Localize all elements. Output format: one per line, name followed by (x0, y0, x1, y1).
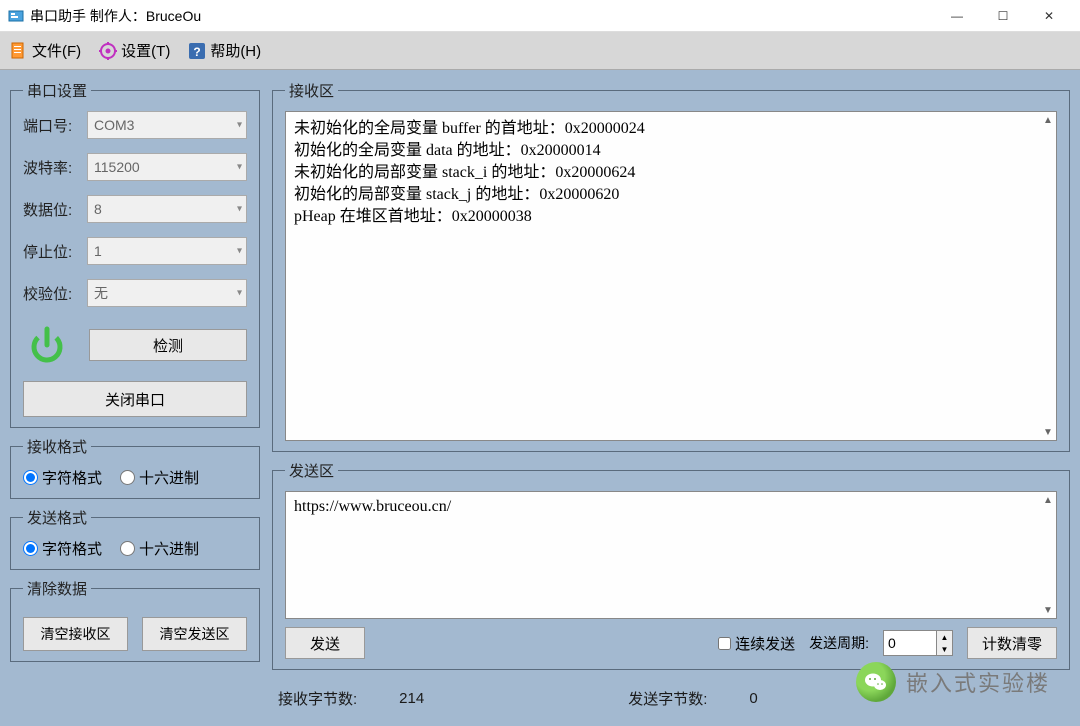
app-icon (8, 8, 24, 24)
recv-format-hex[interactable]: 十六进制 (120, 467, 199, 488)
left-column: 串口设置 端口号: COM3▾ 波特率: 115200▾ 数据位: 8▾ 停止位… (10, 80, 260, 716)
recv-bytes-label: 接收字节数: (278, 688, 357, 709)
scroll-up-icon[interactable]: ▲ (1041, 113, 1055, 127)
recv-area-group: 接收区 未初始化的全局变量 buffer 的首地址：0x20000024 初始化… (272, 80, 1070, 452)
window-controls: — ☐ ✕ (934, 2, 1072, 30)
chevron-down-icon: ▾ (237, 120, 242, 131)
right-column: 接收区 未初始化的全局变量 buffer 的首地址：0x20000024 初始化… (272, 80, 1070, 716)
recv-format-char[interactable]: 字符格式 (23, 467, 102, 488)
recv-textbox[interactable]: 未初始化的全局变量 buffer 的首地址：0x20000024 初始化的全局变… (285, 111, 1057, 441)
file-icon (10, 42, 28, 60)
parity-label: 校验位: (23, 283, 87, 304)
databits-label: 数据位: (23, 199, 87, 220)
stopbits-label: 停止位: (23, 241, 87, 262)
recv-format-legend: 接收格式 (23, 436, 91, 457)
maximize-button[interactable]: ☐ (980, 2, 1026, 30)
menu-settings[interactable]: 设置(T) (99, 40, 170, 61)
port-combo[interactable]: COM3▾ (87, 111, 247, 139)
send-bytes-value: 0 (749, 690, 757, 707)
close-port-button[interactable]: 关闭串口 (23, 381, 247, 417)
send-format-group: 发送格式 字符格式 十六进制 (10, 507, 260, 570)
title-bar: 串口助手 制作人：BruceOu — ☐ ✕ (0, 0, 1080, 32)
databits-combo[interactable]: 8▾ (87, 195, 247, 223)
power-icon (27, 325, 67, 365)
send-area-legend: 发送区 (285, 460, 338, 481)
clear-data-group: 清除数据 清空接收区 清空发送区 (10, 578, 260, 662)
status-bar: 接收字节数: 214 发送字节数: 0 (272, 678, 1070, 709)
serial-legend: 串口设置 (23, 80, 91, 101)
power-button[interactable] (23, 321, 71, 369)
help-icon: ? (188, 42, 206, 60)
close-button[interactable]: ✕ (1026, 2, 1072, 30)
parity-combo[interactable]: 无▾ (87, 279, 247, 307)
recv-format-group: 接收格式 字符格式 十六进制 (10, 436, 260, 499)
menu-bar: 文件(F) 设置(T) ? 帮助(H) (0, 32, 1080, 70)
send-period-spinner[interactable]: 0 ▲▼ (883, 630, 953, 656)
send-period-label: 发送周期: (809, 633, 869, 653)
detect-button[interactable]: 检测 (89, 329, 247, 361)
send-format-char[interactable]: 字符格式 (23, 538, 102, 559)
send-button[interactable]: 发送 (285, 627, 365, 659)
spinner-down-icon[interactable]: ▼ (936, 643, 952, 655)
scroll-down-icon[interactable]: ▼ (1041, 603, 1055, 617)
recv-bytes-value: 214 (399, 690, 424, 707)
scroll-down-icon[interactable]: ▼ (1041, 425, 1055, 439)
spinner-up-icon[interactable]: ▲ (936, 631, 952, 643)
clear-legend: 清除数据 (23, 578, 91, 599)
chevron-down-icon: ▾ (237, 204, 242, 215)
minimize-button[interactable]: — (934, 2, 980, 30)
baud-label: 波特率: (23, 157, 87, 178)
send-format-legend: 发送格式 (23, 507, 91, 528)
send-format-hex[interactable]: 十六进制 (120, 538, 199, 559)
gear-icon (99, 42, 117, 60)
menu-help[interactable]: ? 帮助(H) (188, 40, 261, 61)
scroll-up-icon[interactable]: ▲ (1041, 493, 1055, 507)
chevron-down-icon: ▾ (237, 288, 242, 299)
clear-send-button[interactable]: 清空发送区 (142, 617, 247, 651)
send-bytes-label: 发送字节数: (628, 688, 707, 709)
send-area-group: 发送区 https://www.bruceou.cn/ ▲ ▼ 发送 连续发送 … (272, 460, 1070, 670)
clear-recv-button[interactable]: 清空接收区 (23, 617, 128, 651)
baud-combo[interactable]: 115200▾ (87, 153, 247, 181)
window-title: 串口助手 制作人：BruceOu (30, 6, 934, 26)
svg-text:?: ? (194, 45, 201, 59)
chevron-down-icon: ▾ (237, 246, 242, 257)
chevron-down-icon: ▾ (237, 162, 242, 173)
port-label: 端口号: (23, 115, 87, 136)
continuous-send-checkbox[interactable]: 连续发送 (718, 633, 795, 654)
reset-count-button[interactable]: 计数清零 (967, 627, 1057, 659)
send-textbox[interactable]: https://www.bruceou.cn/ (285, 491, 1057, 619)
client-area: 串口设置 端口号: COM3▾ 波特率: 115200▾ 数据位: 8▾ 停止位… (0, 70, 1080, 726)
recv-area-legend: 接收区 (285, 80, 338, 101)
stopbits-combo[interactable]: 1▾ (87, 237, 247, 265)
serial-settings-group: 串口设置 端口号: COM3▾ 波特率: 115200▾ 数据位: 8▾ 停止位… (10, 80, 260, 428)
menu-file[interactable]: 文件(F) (10, 40, 81, 61)
